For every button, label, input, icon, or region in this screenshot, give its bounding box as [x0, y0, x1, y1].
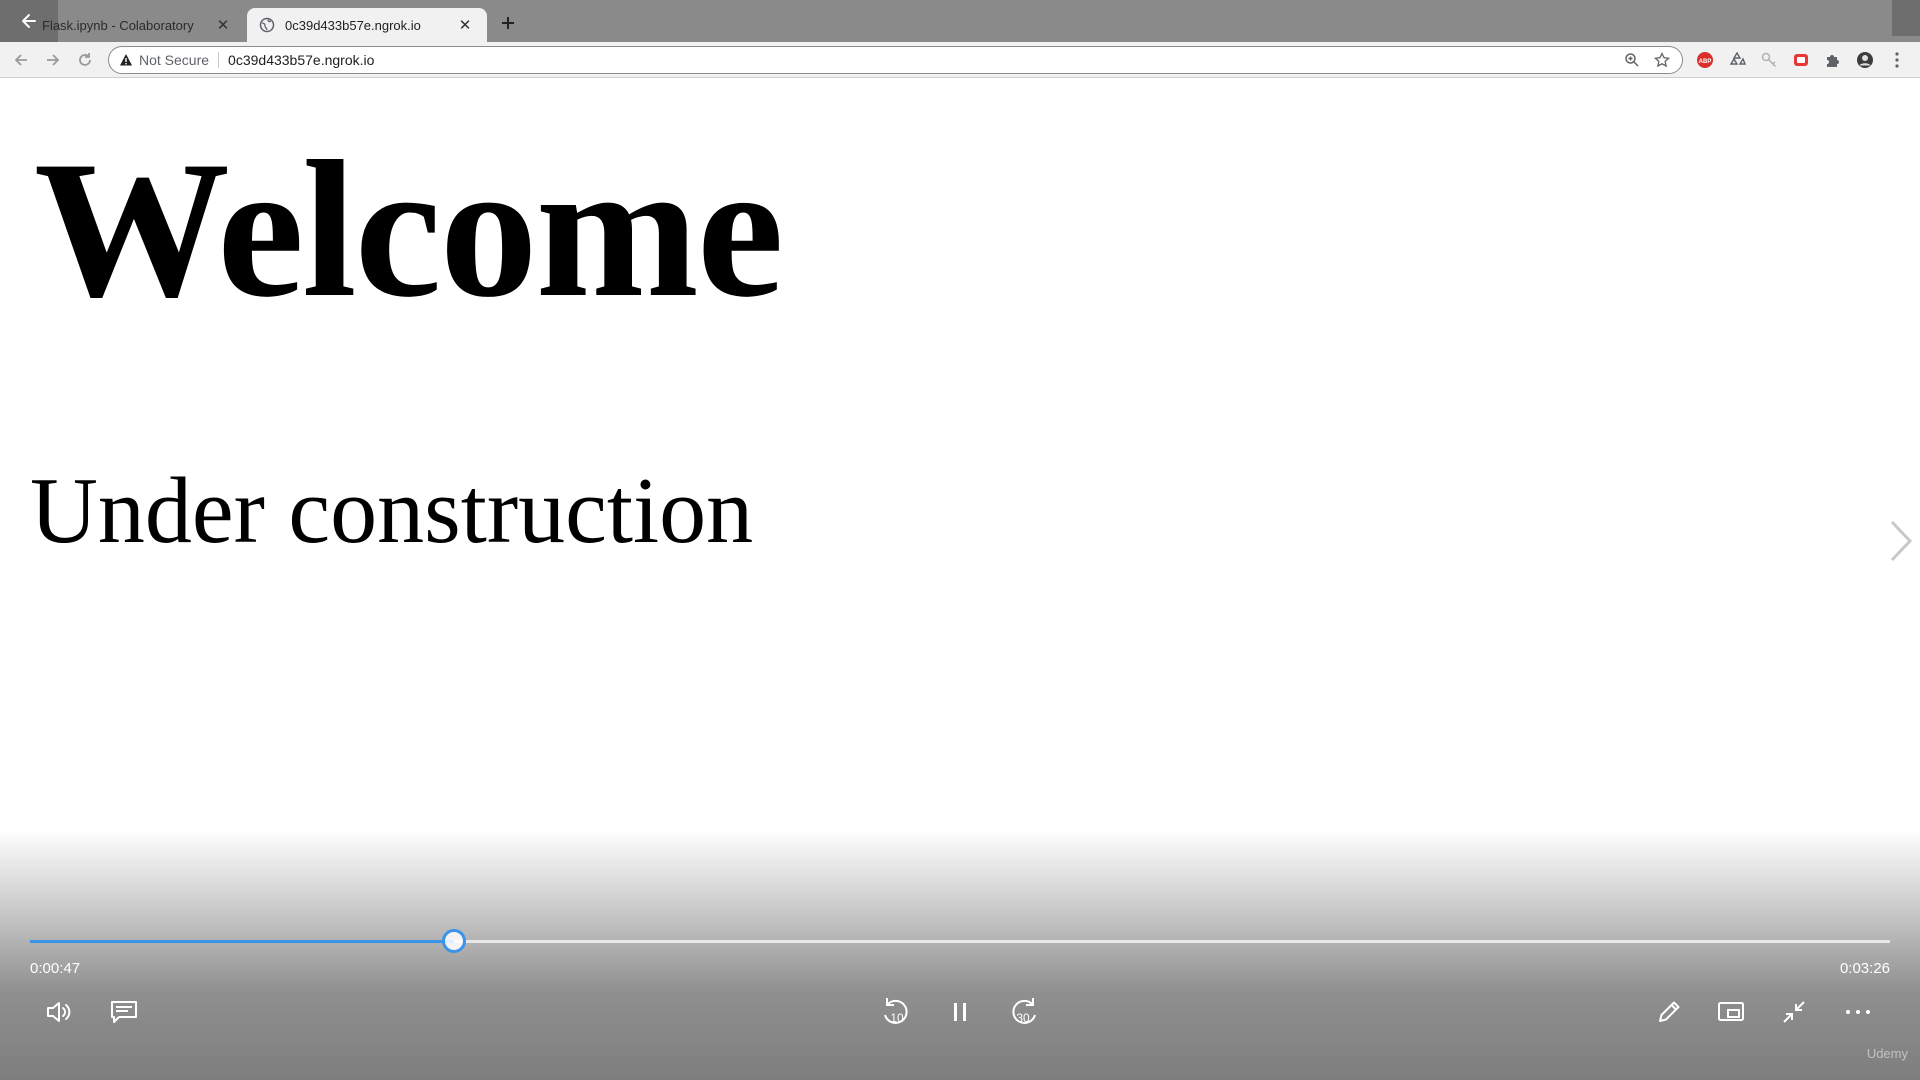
- tab-title: 0c39d433b57e.ngrok.io: [285, 17, 421, 33]
- progress-scrubber-handle[interactable]: [442, 929, 467, 953]
- picture-in-picture-icon: [1718, 1002, 1744, 1021]
- url-text[interactable]: 0c39d433b57e.ngrok.io: [228, 52, 374, 68]
- tab-colaboratory[interactable]: Flask.ipynb - Colaboratory ✕: [30, 8, 245, 42]
- key-extension-icon[interactable]: [1760, 51, 1778, 69]
- browser-menu-icon[interactable]: [1888, 51, 1906, 69]
- svg-text:ABP: ABP: [1699, 59, 1712, 65]
- rewind-button[interactable]: 10: [876, 994, 916, 1030]
- svg-text:30: 30: [1016, 1011, 1030, 1025]
- forward-30-icon: 30: [1012, 998, 1036, 1025]
- captions-button[interactable]: [104, 994, 144, 1030]
- new-tab-button[interactable]: [497, 12, 519, 34]
- total-duration: 0:03:26: [1839, 960, 1890, 977]
- more-options-button[interactable]: [1838, 994, 1878, 1030]
- more-horizontal-icon: [1846, 1010, 1870, 1014]
- tab-title: Flask.ipynb - Colaboratory: [42, 17, 194, 33]
- arrow-left-icon: [14, 54, 27, 66]
- current-time: 0:00:47: [30, 960, 81, 977]
- profile-avatar-icon[interactable]: [1856, 51, 1874, 69]
- notes-button[interactable]: [1649, 994, 1689, 1030]
- plus-icon: [502, 17, 514, 29]
- divider: [218, 52, 220, 68]
- pencil-icon: [1659, 1001, 1680, 1022]
- adblock-extension-icon[interactable]: ABP: [1696, 51, 1714, 69]
- udemy-watermark: Udemy: [1866, 1046, 1908, 1061]
- window-corner: [1892, 0, 1920, 36]
- arrow-right-icon: [47, 54, 60, 66]
- browser-tab-bar: Flask.ipynb - Colaboratory ✕ 0c39d433b57…: [0, 0, 1920, 42]
- progress-bar[interactable]: [30, 929, 1890, 953]
- player-controls-background: [0, 830, 1920, 1080]
- back-button[interactable]: [11, 50, 31, 70]
- security-status[interactable]: Not Secure: [139, 52, 209, 68]
- reload-icon: [79, 53, 91, 66]
- globe-icon: [259, 17, 275, 33]
- progress-bar-fill: [30, 940, 455, 943]
- page-heading: Welcome: [34, 121, 784, 338]
- forward-button[interactable]: 30: [1004, 994, 1044, 1030]
- red-extension-icon[interactable]: [1792, 51, 1810, 69]
- close-icon[interactable]: ✕: [457, 17, 473, 34]
- volume-button[interactable]: [40, 994, 80, 1030]
- star-icon[interactable]: [1654, 52, 1670, 68]
- rewind-10-icon: 10: [884, 998, 908, 1025]
- puzzle-extensions-icon[interactable]: [1824, 51, 1842, 69]
- page-subheading: Under construction: [30, 459, 754, 563]
- exit-fullscreen-button[interactable]: [1774, 994, 1814, 1030]
- address-bar-actions: [1624, 52, 1670, 68]
- captions-icon: [111, 1001, 137, 1023]
- volume-icon: [47, 1002, 71, 1022]
- reload-button[interactable]: [75, 50, 95, 70]
- close-icon[interactable]: ✕: [215, 17, 231, 34]
- tab-ngrok[interactable]: 0c39d433b57e.ngrok.io ✕: [247, 8, 487, 42]
- address-bar[interactable]: Not Secure 0c39d433b57e.ngrok.io: [108, 46, 1683, 74]
- svg-text:10: 10: [890, 1011, 904, 1025]
- zoom-icon[interactable]: [1624, 52, 1640, 68]
- pause-icon: [954, 1003, 966, 1021]
- pause-button[interactable]: [940, 994, 980, 1030]
- browser-toolbar: Not Secure 0c39d433b57e.ngrok.io ABP: [0, 42, 1920, 78]
- recycle-extension-icon[interactable]: [1728, 51, 1746, 69]
- warning-icon: [120, 54, 132, 66]
- collapse-icon: [1783, 1001, 1805, 1023]
- chevron-right-icon[interactable]: [1888, 518, 1914, 564]
- forward-button[interactable]: [43, 50, 63, 70]
- picture-in-picture-button[interactable]: [1711, 994, 1751, 1030]
